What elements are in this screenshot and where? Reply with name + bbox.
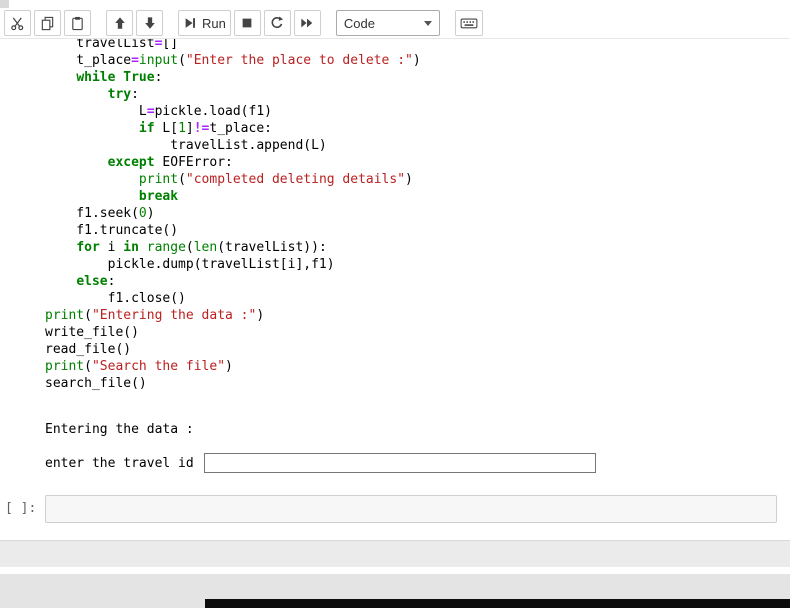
copy-button[interactable]	[34, 10, 61, 36]
code-line: while True:	[76, 70, 163, 85]
restart-kernel-button[interactable]	[263, 10, 291, 36]
cell-output-area: Entering the data : enter the travel id	[0, 421, 790, 473]
code-line: f1.seek(0)	[45, 206, 155, 221]
code-line: search_file()	[45, 376, 147, 391]
stdin-prompt: enter the travel id	[45, 455, 202, 471]
notebook-panel: travelList=[] t_place=input("Enter the p…	[0, 39, 790, 536]
output-text: Entering the data :	[45, 422, 194, 437]
code-line: f1.close()	[45, 291, 186, 306]
move-down-icon	[143, 16, 157, 30]
code-line: print("Search the file")	[45, 359, 233, 374]
run-button[interactable]: Run	[178, 10, 231, 36]
bottom-black-bar	[205, 599, 790, 608]
code-line: try:	[107, 87, 139, 102]
empty-cell-editor[interactable]	[45, 495, 777, 523]
stop-icon	[240, 16, 254, 30]
paste-button[interactable]	[64, 10, 91, 36]
code-line: break	[138, 189, 179, 204]
restart-icon	[270, 16, 284, 30]
bottom-gray-band-upper	[0, 540, 790, 567]
restart-run-all-button[interactable]	[293, 10, 321, 36]
code-line: travelList=[]	[45, 39, 179, 51]
run-button-label: Run	[202, 15, 226, 31]
chevron-down-icon	[423, 20, 432, 26]
cell-type-select[interactable]: Code	[335, 10, 440, 36]
command-palette-button[interactable]	[454, 10, 483, 36]
cut-button[interactable]	[4, 10, 31, 36]
code-editor[interactable]: travelList=[] t_place=input("Enter the p…	[0, 39, 790, 392]
notebook-toolbar: Run Code	[0, 8, 790, 39]
code-line: read_file()	[45, 342, 132, 357]
code-line: f1.truncate()	[45, 223, 179, 238]
run-icon	[183, 16, 197, 30]
code-line: travelList.append(L)	[45, 138, 327, 153]
paste-icon	[70, 16, 85, 31]
code-line: except EOFError:	[107, 155, 233, 170]
code-line: else:	[76, 274, 116, 289]
stdin-row: enter the travel id	[45, 453, 790, 473]
cell-input-prompt: [ ]:	[5, 501, 37, 516]
code-line: print("completed deleting details")	[138, 172, 413, 187]
keyboard-icon	[460, 16, 478, 30]
code-line: if L[1]!=t_place:	[138, 121, 272, 136]
fast-forward-icon	[300, 16, 314, 30]
cell-type-value: Code	[343, 15, 375, 31]
move-cell-down-button[interactable]	[136, 10, 163, 36]
code-line: print("Entering the data :")	[45, 308, 265, 323]
move-up-icon	[113, 16, 127, 30]
empty-code-cell: [ ]:	[0, 495, 790, 523]
copy-icon	[40, 16, 55, 31]
code-line: L=pickle.load(f1)	[45, 104, 272, 119]
code-line: pickle.dump(travelList[i],f1)	[45, 257, 335, 272]
code-line: t_place=input("Enter the place to delete…	[45, 53, 421, 68]
stdin-input[interactable]	[203, 453, 596, 473]
code-line: write_file()	[45, 325, 139, 340]
move-cell-up-button[interactable]	[106, 10, 133, 36]
code-line: for i in range(len(travelList)):	[76, 240, 327, 255]
cut-icon	[10, 16, 25, 31]
interrupt-kernel-button[interactable]	[233, 10, 261, 36]
